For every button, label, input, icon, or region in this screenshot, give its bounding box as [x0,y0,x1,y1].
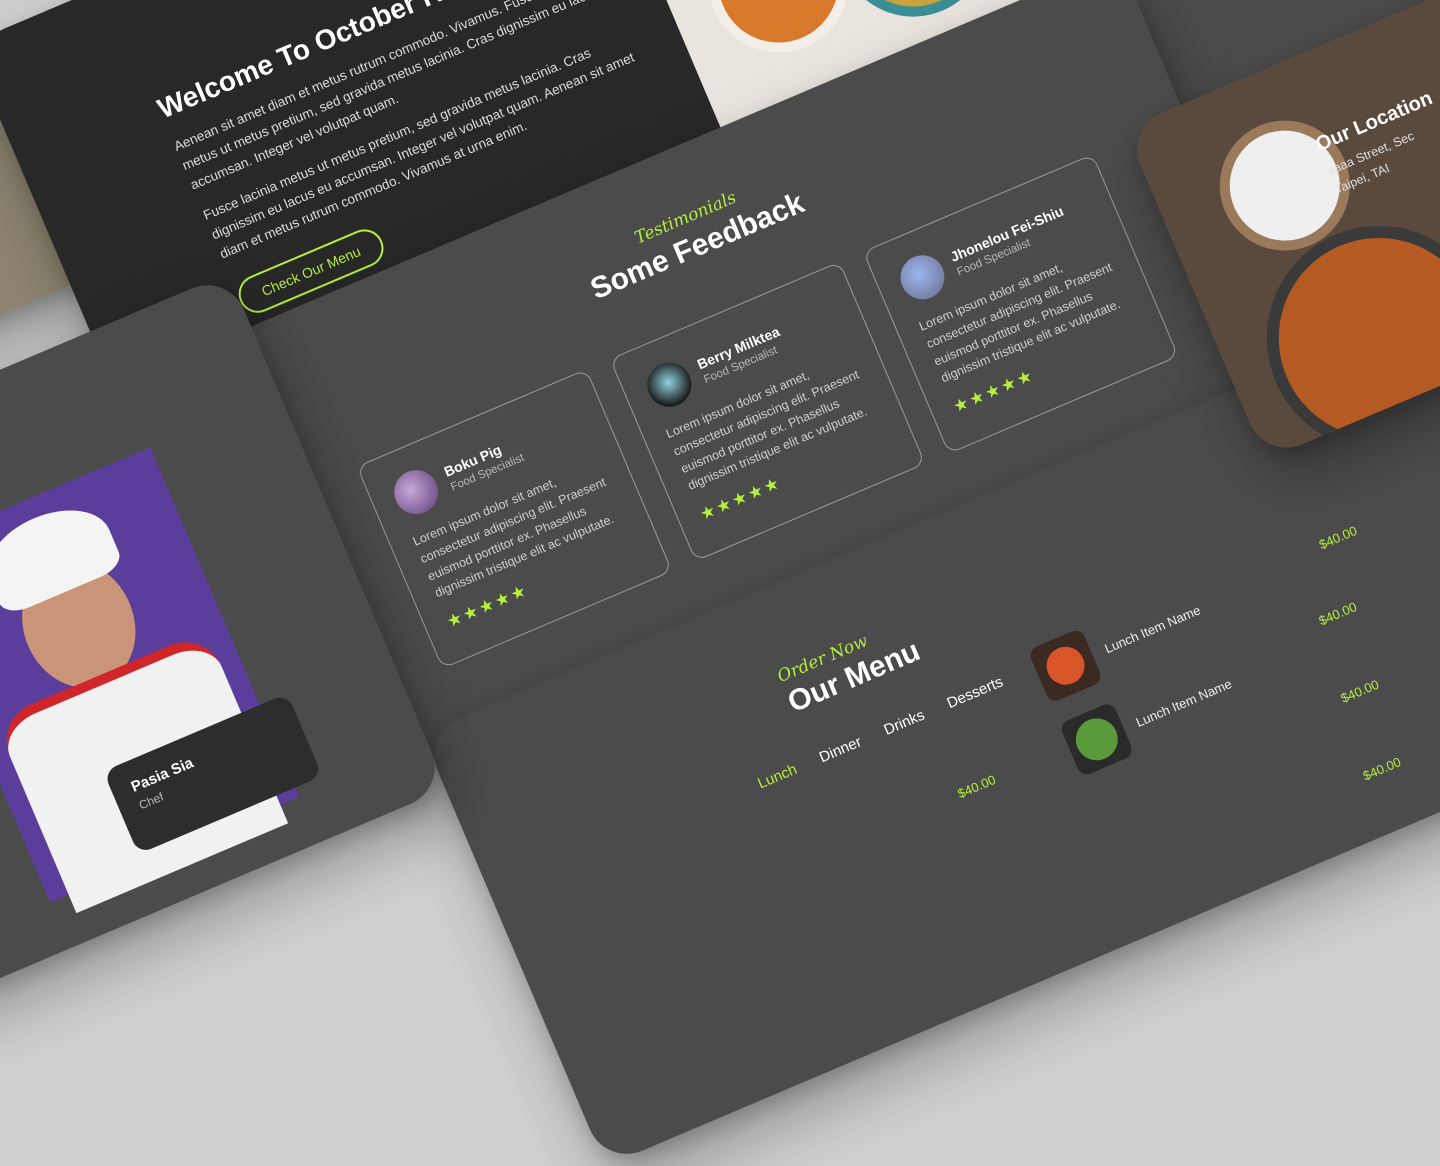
testimonial-card: Berry Milktea Food Specialist Lorem ipsu… [609,261,926,562]
avatar [640,355,699,414]
testimonial-card: Jhonelou Fei-Shiu Food Specialist Lorem … [862,153,1179,455]
avatar [387,463,446,521]
menu-item-name: Lunch Item Name [1133,675,1234,730]
curry-bowl-image [686,0,871,75]
menu-header: Order Now Our Menu [775,614,926,720]
testimonial-card: Boku Pig Food Specialist Lorem ipsum dol… [356,368,673,669]
menu-item-price: $40.00 [1338,676,1382,706]
menu-item-price: $40.00 [1360,754,1404,784]
tab-desserts[interactable]: Desserts [945,673,1006,712]
menu-item-price: $40.00 [1316,599,1359,629]
menu-item-price: $40.00 [955,771,998,802]
menu-item-image [1058,701,1135,778]
menu-item-price: $40.00 [1316,522,1360,553]
menu-item-name: Lunch Item Name [1102,601,1203,656]
tab-drinks[interactable]: Drinks [881,707,927,739]
menu-item-image [1027,627,1104,704]
tab-dinner[interactable]: Dinner [817,733,864,766]
avatar [893,248,952,307]
tab-lunch[interactable]: Lunch [755,761,799,793]
